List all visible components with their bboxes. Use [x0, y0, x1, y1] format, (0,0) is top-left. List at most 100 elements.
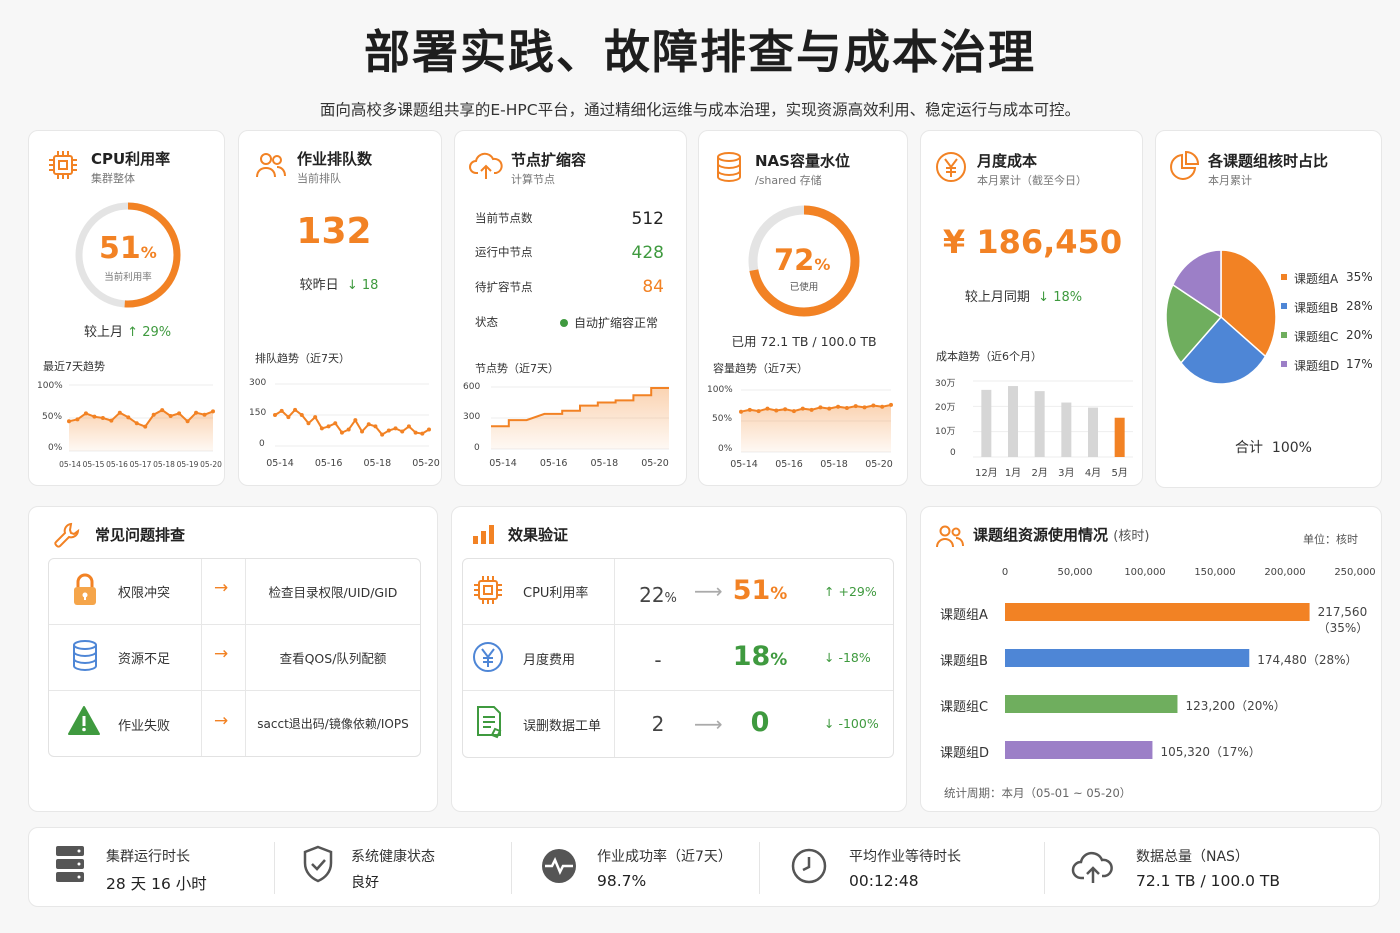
nas-title: NAS容量水位: [755, 152, 850, 170]
cost-y-tick: 30万: [935, 379, 956, 389]
problem-label: 作业失败: [118, 719, 171, 734]
legend-swatch-icon: [1281, 332, 1287, 338]
usage-title: 课题组资源使用情况 (核时): [973, 526, 1150, 544]
trend-point: [818, 405, 823, 410]
trend-point: [800, 406, 805, 411]
usage-bar: [1005, 695, 1178, 713]
x-tick: 05-20: [412, 458, 440, 469]
before-value: -: [654, 648, 662, 672]
cloud-icon: [1071, 851, 1113, 883]
x-tick: 1月: [1004, 468, 1022, 479]
cloud-upload-icon: [469, 152, 503, 179]
cost-bar: [1061, 402, 1072, 457]
effect-row-label: CPU利用率: [523, 586, 589, 601]
trend-point: [420, 431, 425, 436]
trend-point: [333, 421, 338, 426]
pie-chart-icon: [1170, 150, 1200, 180]
arrow-down-icon: ↓: [824, 716, 835, 731]
legend-value: 17%: [1346, 357, 1373, 371]
nas-used-text: 已用 72.1 TB / 100.0 TB: [731, 334, 877, 349]
cost-bar: [1114, 417, 1125, 457]
x-tick: 05-20: [200, 460, 222, 469]
legend-swatch-icon: [1281, 303, 1287, 309]
x-tick: 05-14: [266, 458, 294, 469]
trend-point: [756, 409, 761, 414]
arrow-right-icon: ⟶: [694, 712, 723, 736]
queue-y-tick: 150: [249, 408, 267, 418]
trend-point: [273, 413, 277, 417]
arrow-down-icon: ↓: [824, 650, 835, 665]
arrow-right-icon: →: [214, 578, 229, 598]
trend-point: [279, 408, 284, 413]
legend-label: 课题组C: [1294, 330, 1339, 344]
trend-point: [134, 421, 139, 426]
trend-point: [400, 429, 405, 434]
effect-row-label: 月度费用: [523, 653, 576, 668]
cost-bar-chart: [973, 380, 1133, 458]
trend-point: [783, 407, 788, 412]
cost-subtitle: 本月累计（截至今日）: [977, 174, 1087, 187]
server-icon: [56, 846, 84, 882]
troubleshoot-title: 常见问题排查: [95, 526, 186, 544]
nodes-status: 自动扩缩容正常: [560, 314, 658, 331]
queue-trend-title: 排队趋势（近7天）: [255, 352, 350, 365]
x-tick: 250,000: [1334, 567, 1376, 578]
action-label: 查看QOS/队列配额: [279, 651, 387, 666]
x-tick: 05-16: [314, 458, 343, 469]
problem-label: 权限冲突: [118, 586, 171, 601]
x-tick: 05-18: [820, 459, 848, 470]
cpu-value: 51%: [99, 231, 157, 266]
bottom-status-bar: 集群运行时长 28 天 16 小时 系统健康状态 良好 作业成功率（近7天） 9…: [28, 827, 1380, 907]
trend-point: [353, 418, 358, 423]
usage-card: 课题组资源使用情况 (核时) 单位：核时 0 50,000 100,000 150,0…: [920, 506, 1382, 812]
x-tick: 150,000: [1194, 567, 1236, 578]
trend-point: [386, 428, 391, 433]
share-subtitle: 本月累计: [1208, 174, 1252, 187]
share-title: 各课题组核时占比: [1208, 152, 1329, 170]
usage-bar-value: 105,320（17%）: [1160, 745, 1261, 759]
bottom-stat-value: 00:12:48: [849, 872, 919, 890]
status-dot-icon: [560, 319, 568, 327]
legend-value: 20%: [1346, 328, 1373, 342]
arrow-up-icon: ↑: [824, 584, 835, 599]
nas-card: NAS容量水位 /shared 存储 72% 已使用 已用 72.1 TB / …: [698, 130, 908, 486]
cpu-subtitle: 集群整体: [91, 172, 135, 185]
usage-period: 统计周期：本月（05-01 ~ 05-20）: [944, 786, 1132, 800]
trend-point: [83, 411, 88, 416]
cost-y-tick: 10万: [935, 427, 956, 437]
queue-y-tick: 0: [259, 439, 265, 449]
usage-unit-label: 单位：核时: [1303, 533, 1358, 546]
usage-bar: [1005, 741, 1153, 759]
effect-title: 效果验证: [508, 526, 569, 544]
nodes-subtitle: 计算节点: [511, 173, 555, 186]
cost-title: 月度成本: [977, 152, 1038, 170]
trend-point: [126, 415, 131, 420]
trend-point: [889, 402, 893, 407]
trend-point: [202, 412, 207, 417]
usage-bar-label: 课题组D: [940, 746, 990, 761]
cpu-title: CPU利用率: [91, 150, 171, 168]
trend-point: [313, 415, 318, 420]
nas-value-label: 已使用: [789, 282, 819, 293]
bottom-stat-value: 良好: [351, 875, 379, 891]
x-tick: 5月: [1111, 468, 1128, 479]
yen-circle-icon: [936, 152, 966, 182]
bottom-stat-value: 98.7%: [597, 872, 647, 890]
trend-point: [393, 426, 398, 431]
document-icon: [477, 706, 502, 739]
trend-point: [151, 412, 156, 417]
arrow-right-icon: →: [214, 711, 229, 731]
cost-bar: [1034, 391, 1045, 457]
trend-point: [326, 424, 331, 429]
arrow-right-icon: →: [214, 644, 229, 664]
queue-y-tick: 300: [249, 378, 267, 388]
nas-subtitle: /shared 存储: [755, 174, 822, 187]
cpu-y-tick: 50%: [42, 412, 63, 422]
share-total: 合计 100%: [1235, 440, 1312, 456]
trend-point: [862, 405, 867, 410]
after-value: 18%: [732, 641, 788, 672]
queue-trend-chart: [273, 383, 431, 447]
trend-point: [774, 408, 779, 413]
bottom-stat-value: 28 天 16 小时: [106, 875, 207, 893]
usage-bar-label: 课题组A: [940, 608, 988, 623]
